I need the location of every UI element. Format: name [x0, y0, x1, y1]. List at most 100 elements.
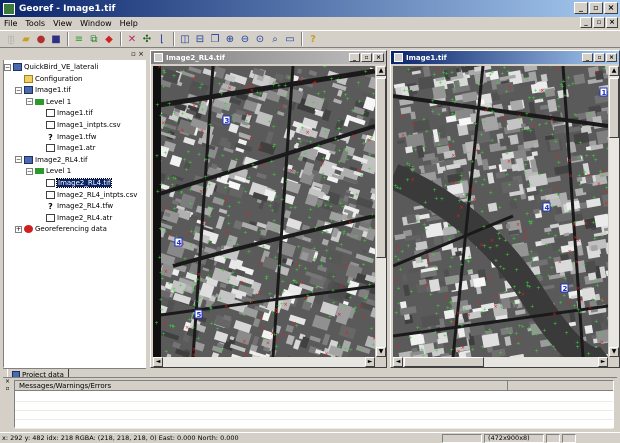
new-file-icon[interactable]: ▯ [4, 32, 18, 46]
tree-node[interactable]: Image1.atr [37, 143, 96, 153]
measure-icon[interactable]: ⌊ [155, 32, 169, 46]
tree-node[interactable]: − Level 1 [26, 166, 71, 176]
right-vertical-scrollbar[interactable]: ▲ ▼ [608, 66, 619, 357]
image-canvas-left[interactable]: + + + + + + + + + + + + + + + + + + + + + + + + + + + + + + + + + + + + + + + +… [153, 66, 375, 357]
cascade-icon[interactable]: ❐ [208, 32, 222, 46]
scroll-down-button[interactable]: ▼ [376, 347, 386, 357]
mdi-close-button[interactable]: × [606, 17, 618, 28]
collapse-icon[interactable]: − [26, 167, 33, 175]
scroll-thumb[interactable] [376, 78, 386, 258]
tie-point-marker: + [353, 306, 357, 312]
point-edit-icon[interactable]: ✣ [140, 32, 154, 46]
layer-icon[interactable]: ≡ [72, 32, 86, 46]
expand-icon[interactable]: + [15, 225, 22, 233]
collapse-icon[interactable]: − [4, 63, 11, 71]
left-vertical-scrollbar[interactable]: ▲ ▼ [375, 66, 386, 357]
scroll-thumb[interactable] [404, 357, 484, 367]
tree-node[interactable]: ? Image1.tfw [37, 132, 96, 142]
zoom-out-icon[interactable]: ⊖ [238, 32, 252, 46]
mdi-minimize-button[interactable]: _ [580, 17, 592, 28]
menu-help[interactable]: Help [116, 19, 142, 28]
menu-file[interactable]: File [0, 19, 21, 28]
image-window-right-titlebar[interactable]: Image1.tif _ ▫ × [391, 51, 619, 64]
collapse-icon[interactable]: − [15, 86, 22, 94]
image-window-left-titlebar[interactable]: Image2_RL4.tif _ ▫ × [151, 51, 386, 64]
tree-node-label: Configuration [35, 74, 83, 83]
minimize-button[interactable]: _ [574, 2, 588, 14]
tie-point-marker: + [331, 288, 335, 294]
left-close-button[interactable]: × [373, 53, 384, 62]
left-maximize-button[interactable]: ▫ [361, 53, 372, 62]
image-window-left[interactable]: Image2_RL4.tif _ ▫ × + + + + + + + + + + + + + + + + + + +… [150, 50, 387, 368]
tree-node[interactable]: Image2_RL4.tif [37, 178, 113, 188]
aerial-image-right[interactable]: + + + + + + + + + + + + + + + + + + + + + + + + + + + + + + + + + + + + + + + +… [393, 66, 608, 357]
tree-node[interactable]: Image1_intpts.csv [37, 120, 121, 130]
maximize-button[interactable]: ▫ [589, 2, 603, 14]
aerial-image-left[interactable]: +++++ ++++++++++++++++++++++ +++++++++ ++++… [153, 66, 375, 357]
right-minimize-button[interactable]: _ [582, 53, 593, 62]
tree-node[interactable]: Configuration [15, 74, 82, 84]
right-close-button[interactable]: × [606, 53, 617, 62]
menu-view[interactable]: View [49, 19, 76, 28]
open-project-icon[interactable]: ● [34, 32, 48, 46]
tie-point-marker: + [474, 179, 478, 185]
tie-point-marker: + [348, 295, 352, 301]
left-minimize-button[interactable]: _ [349, 53, 360, 62]
tree-node[interactable]: − QuickBird_VE_laterali [4, 62, 98, 72]
collapse-icon[interactable]: − [15, 156, 22, 164]
tie-point-marker: + [532, 96, 536, 102]
scroll-left-button[interactable]: ◄ [393, 357, 403, 367]
tie-point-marker: + [168, 131, 172, 137]
right-horizontal-scrollbar[interactable]: ◄ ► [393, 357, 608, 367]
left-horizontal-scrollbar[interactable]: ◄ ► [153, 357, 375, 367]
mdi-restore-button[interactable]: ▫ [593, 17, 605, 28]
georef-icon[interactable]: ◆ [102, 32, 116, 46]
scroll-up-button[interactable]: ▲ [376, 66, 386, 76]
image-canvas-right[interactable]: + + + + + + + + + + + + + + + + + + + + + + + + + + + + + + + + + + + + + + + +… [393, 66, 608, 357]
save-icon[interactable]: ■ [49, 32, 63, 46]
scroll-right-button[interactable]: ► [598, 357, 608, 367]
tile-vertical-icon[interactable]: ◫ [178, 32, 192, 46]
tie-point-marker: + [514, 268, 518, 274]
tie-point-marker: + [420, 259, 424, 265]
open-folder-icon[interactable]: ▰ [19, 32, 33, 46]
menu-window[interactable]: Window [76, 19, 116, 28]
copy-layer-icon[interactable]: ⧉ [87, 32, 101, 46]
tile-horizontal-icon[interactable]: ⊟ [193, 32, 207, 46]
tree-node[interactable]: − Level 1 [26, 97, 71, 107]
image-window-icon [154, 53, 163, 62]
tree-node[interactable]: ? Image2_RL4.tfw [37, 201, 113, 211]
tie-point-marker: + [307, 215, 311, 221]
column-divider[interactable] [507, 381, 508, 391]
close-button[interactable]: × [604, 2, 618, 14]
tree-node[interactable]: − Image1.tif [15, 85, 71, 95]
scroll-down-button[interactable]: ▼ [609, 347, 619, 357]
messages-list[interactable]: Messages/Warnings/Errors [14, 380, 614, 429]
fit-window-icon[interactable]: ▭ [283, 32, 297, 46]
zoom-reset-icon[interactable]: ⊙ [253, 32, 267, 46]
tie-point-marker: + [559, 300, 563, 306]
document-icon [46, 190, 55, 199]
messages-panel-grip[interactable]: × ▫ [3, 378, 12, 431]
tie-points-icon[interactable]: ✕ [125, 32, 139, 46]
scroll-thumb[interactable] [609, 78, 619, 138]
tree-node[interactable]: Image2_RL4_intpts.csv [37, 190, 137, 200]
zoom-in-icon[interactable]: ⊕ [223, 32, 237, 46]
scroll-right-button[interactable]: ► [365, 357, 375, 367]
collapse-icon[interactable]: − [26, 98, 33, 106]
tie-point-marker: + [524, 163, 528, 169]
menu-tools[interactable]: Tools [21, 19, 49, 28]
tree-node[interactable]: + Georeferencing data [15, 224, 107, 234]
image-window-right[interactable]: Image1.tif _ ▫ × + + + + + + + + + + + + + + + + + + + + + + +… [390, 50, 620, 368]
zoom-window-icon[interactable]: ⌕ [268, 32, 282, 46]
tree-node[interactable]: − Image2_RL4.tif [15, 155, 87, 165]
tie-point-marker: + [526, 127, 530, 133]
tie-point-marker: + [578, 310, 582, 316]
tree-node[interactable]: Image1.tif [37, 108, 93, 118]
scroll-left-button[interactable]: ◄ [153, 357, 163, 367]
help-icon[interactable]: ? [306, 32, 320, 46]
scroll-up-button[interactable]: ▲ [609, 66, 619, 76]
right-maximize-button[interactable]: ▫ [594, 53, 605, 62]
panel-close-icon[interactable]: ▫ × [131, 50, 144, 58]
tree-node[interactable]: Image2_RL4.atr [37, 213, 112, 223]
